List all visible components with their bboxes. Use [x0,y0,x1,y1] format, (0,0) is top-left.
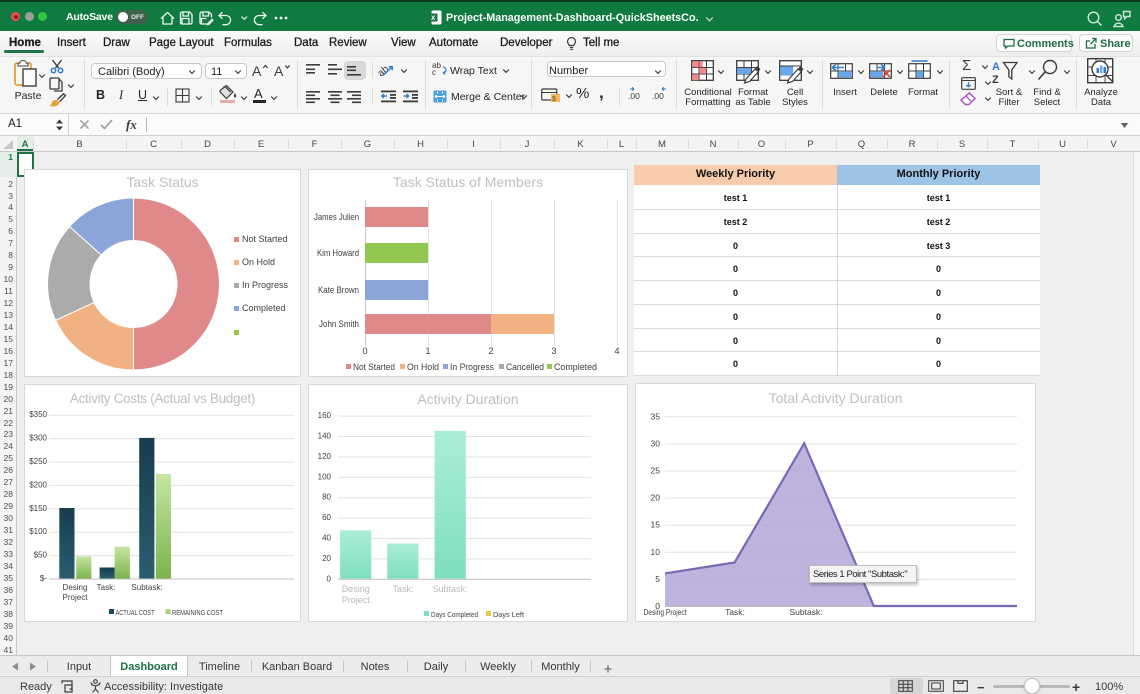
svg-text:$: $ [552,96,556,103]
svg-text:5: 5 [655,574,660,584]
svg-text:Cancelled: Cancelled [506,362,544,372]
svg-text:$150: $150 [29,504,47,513]
svg-text:Task:: Task: [97,583,116,592]
svg-text:John Smith: John Smith [319,319,359,330]
svg-text:Subtask:: Subtask: [432,584,467,594]
svg-text:25: 25 [651,466,661,476]
svg-text:30: 30 [651,438,661,448]
svg-text:120: 120 [318,452,332,461]
svg-text:$-: $- [40,574,47,583]
svg-text:In Progress: In Progress [450,362,494,372]
svg-text:A: A [252,63,262,79]
svg-text:0: 0 [362,346,367,356]
svg-text:REMAINING COST: REMAINING COST [172,608,223,617]
svg-text:ACTUAL COST: ACTUAL COST [116,608,155,617]
svg-text:1: 1 [425,346,430,356]
svg-text:$50: $50 [34,551,48,560]
svg-text:2: 2 [488,346,493,356]
svg-text:Desing Project: Desing Project [644,607,687,617]
svg-text:.00: .00 [628,91,640,101]
svg-text:Subtask:: Subtask: [789,607,822,617]
svg-text:A: A [254,86,263,101]
svg-text:Task:: Task: [392,584,413,594]
svg-text:40: 40 [322,534,331,543]
svg-text:60: 60 [322,513,331,522]
svg-text:140: 140 [318,432,332,441]
svg-text:Project: Project [63,593,89,602]
svg-text:On Hold: On Hold [407,362,439,372]
svg-text:4: 4 [614,346,619,356]
svg-text:160: 160 [318,411,332,420]
svg-text:$300: $300 [29,434,47,443]
svg-text:X: X [431,15,436,22]
svg-text:Not Started: Not Started [353,362,395,372]
svg-text:35: 35 [651,411,661,421]
svg-text:$250: $250 [29,457,47,466]
svg-text:Project: Project [342,595,371,605]
svg-text:0: 0 [327,574,332,583]
svg-text:Z: Z [992,74,999,86]
svg-text:$100: $100 [29,527,47,536]
svg-text:A: A [274,63,284,79]
svg-text:Days Completed: Days Completed [431,610,478,619]
svg-text:Kate Brown: Kate Brown [318,285,359,296]
svg-text:Task:: Task: [725,607,745,617]
svg-text:A: A [992,61,1000,73]
svg-text:3: 3 [551,346,556,356]
svg-text:James Julien: James Julien [314,212,359,223]
svg-text:Kim Howard: Kim Howard [317,248,359,259]
svg-text:15: 15 [651,520,661,530]
svg-text:$200: $200 [29,480,47,489]
svg-text:.00: .00 [652,91,664,101]
svg-text:80: 80 [322,493,331,502]
svg-text:100: 100 [318,472,332,481]
svg-text:Subtask:: Subtask: [131,583,162,592]
svg-text:Completed: Completed [554,362,597,372]
svg-text:$350: $350 [29,410,47,419]
svg-text:10: 10 [651,547,661,557]
svg-text:Desing: Desing [63,583,88,592]
svg-text:c: c [432,68,436,77]
svg-text:20: 20 [322,554,331,563]
svg-text:Days Left: Days Left [493,610,525,619]
svg-text:Desing: Desing [342,584,370,594]
svg-text:20: 20 [651,493,661,503]
